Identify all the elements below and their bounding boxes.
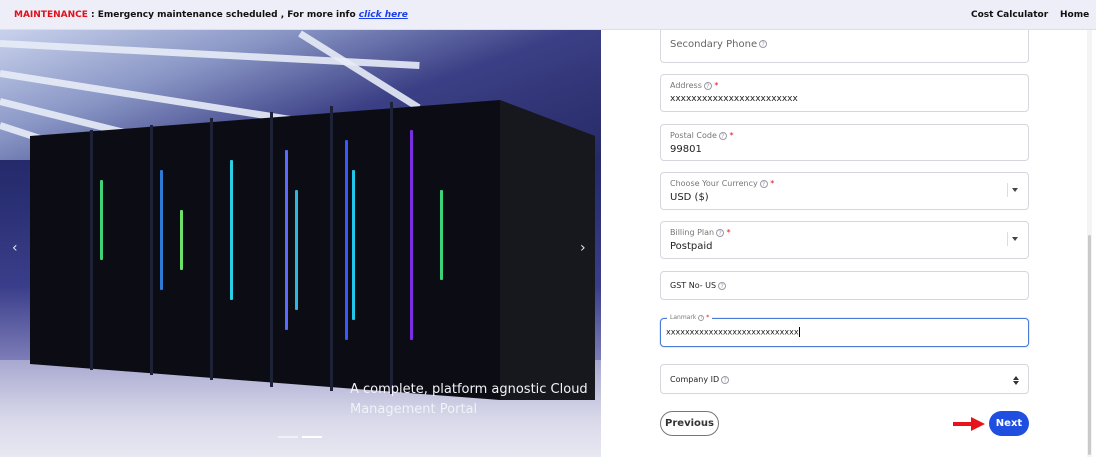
select-separator [1007,183,1008,197]
chevron-down-icon[interactable] [1012,237,1018,241]
maintenance-info-link[interactable]: click here [359,10,408,20]
maintenance-banner: MAINTENANCE : Emergency maintenance sche… [0,0,1096,30]
select-separator [1007,232,1008,246]
help-icon: ? [718,281,727,290]
required-mark: * [706,314,710,321]
landmark-field[interactable]: Lanmark? * xxxxxxxxxxxxxxxxxxxxxxxxxxxx [660,314,1029,347]
billing-plan-select[interactable]: Billing Plan? * Postpaid [660,221,1029,259]
company-id-field[interactable]: Company ID? [660,364,1029,394]
address-label: Address? * [670,81,719,90]
required-mark: * [726,228,731,237]
address-input[interactable]: xxxxxxxxxxxxxxxxxxxxxxxx [670,94,798,104]
maintenance-message: : Emergency maintenance scheduled , For … [87,10,359,20]
required-mark: * [729,131,734,140]
currency-select[interactable]: Choose Your Currency? * USD ($) [660,172,1029,210]
help-icon: ? [759,179,768,188]
help-icon: ? [721,375,730,384]
postal-code-label: Postal Code? * [670,131,734,140]
required-mark: * [770,179,775,188]
landmark-input[interactable]: xxxxxxxxxxxxxxxxxxxxxxxxxxxx [666,327,800,337]
currency-value: USD ($) [670,192,709,203]
help-icon: ? [698,314,705,321]
maintenance-notice: MAINTENANCE : Emergency maintenance sche… [14,10,408,20]
next-button[interactable]: Next [989,411,1029,436]
nav-cost-calculator[interactable]: Cost Calculator [971,10,1048,20]
currency-label: Choose Your Currency? * [670,179,775,188]
carousel-indicator-1[interactable] [278,436,298,438]
postal-code-field[interactable]: Postal Code? * 99801 [660,124,1029,161]
previous-button[interactable]: Previous [660,411,719,436]
help-icon: ? [716,228,725,237]
carousel-next-icon[interactable]: › [580,240,586,256]
postal-code-input[interactable]: 99801 [670,144,702,155]
arrow-right-icon [953,417,985,431]
chevron-down-icon[interactable] [1012,188,1018,192]
address-field[interactable]: Address? * xxxxxxxxxxxxxxxxxxxxxxxx [660,74,1029,112]
landmark-label: Lanmark? * [667,314,713,321]
secondary-phone-placeholder: Secondary Phone? [670,39,768,50]
carousel-indicator-2[interactable] [302,436,322,438]
server-racks-image [30,70,595,400]
billing-plan-value: Postpaid [670,241,713,252]
number-stepper-icon[interactable] [1012,373,1020,387]
required-mark: * [714,81,719,90]
nav-home[interactable]: Home [1060,10,1089,20]
secondary-phone-field[interactable]: Secondary Phone? [660,30,1029,63]
carousel-caption: A complete, platform agnostic Cloud Mana… [350,382,588,417]
text-cursor [798,327,800,337]
gst-placeholder: GST No- US? [670,281,727,290]
carousel-indicators [278,436,322,438]
scrollbar-thumb[interactable] [1088,235,1091,455]
gst-field[interactable]: GST No- US? [660,271,1029,300]
help-icon: ? [718,131,727,140]
help-icon: ? [703,81,712,90]
page: MAINTENANCE : Emergency maintenance sche… [0,0,1096,461]
company-id-placeholder: Company ID? [670,375,730,384]
billing-plan-label: Billing Plan? * [670,228,731,237]
hero-carousel: ‹ › A complete, platform agnostic Cloud … [0,30,601,457]
maintenance-tag: MAINTENANCE [14,10,88,20]
help-icon: ? [759,40,768,48]
carousel-prev-icon[interactable]: ‹ [12,240,18,256]
